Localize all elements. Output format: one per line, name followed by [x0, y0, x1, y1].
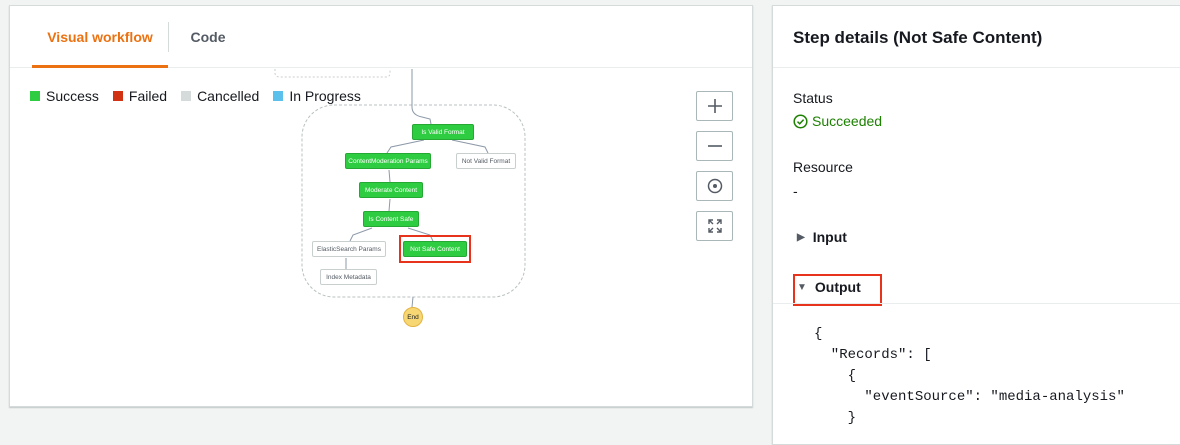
- legend-in-progress: In Progress: [273, 88, 361, 104]
- workflow-canvas[interactable]: Success Failed Cancelled In Progress Is …: [10, 69, 752, 406]
- input-label: Input: [812, 229, 847, 245]
- node-moderate-content[interactable]: Moderate Content: [359, 182, 423, 198]
- resource-label: Resource: [793, 159, 853, 175]
- legend-label: Failed: [128, 88, 168, 104]
- in-progress-swatch: [273, 91, 284, 101]
- tab-code[interactable]: Code: [180, 6, 236, 68]
- node-is-content-safe[interactable]: Is Content Safe: [363, 211, 419, 227]
- output-label: Output: [814, 279, 861, 295]
- fit-to-screen-button[interactable]: [696, 211, 733, 241]
- legend-success: Success: [30, 88, 99, 104]
- expand-icon: [707, 219, 722, 233]
- target-icon: [707, 178, 722, 194]
- status-value: Succeeded: [793, 113, 882, 129]
- legend-label: In Progress: [289, 88, 361, 104]
- caret-right-icon: ▶: [797, 231, 805, 243]
- node-not-valid-format[interactable]: Not Valid Format: [456, 153, 516, 169]
- node-is-valid-format[interactable]: Is Valid Format: [412, 124, 474, 140]
- legend-label: Cancelled: [197, 88, 260, 104]
- node-end[interactable]: End: [403, 307, 423, 327]
- center-graph-button[interactable]: [696, 171, 733, 201]
- tab-bar: Visual workflow Code: [10, 6, 752, 68]
- check-circle-icon: [793, 113, 808, 129]
- node-not-safe-content[interactable]: Not Safe Content: [403, 241, 467, 257]
- plus-icon: [707, 99, 722, 113]
- visual-workflow-panel: Visual workflow Code Success Failed Canc…: [9, 5, 753, 407]
- legend-failed: Failed: [112, 88, 168, 104]
- success-swatch: [30, 91, 40, 101]
- resource-value: -: [793, 183, 798, 199]
- step-details-header: Step details (Not Safe Content): [773, 6, 1180, 68]
- cancelled-swatch: [181, 91, 192, 101]
- node-content-moderation-params[interactable]: ContentModeration Params: [345, 153, 431, 169]
- output-divider: [773, 303, 1180, 304]
- status-label: Status: [793, 90, 833, 106]
- minus-icon: [707, 145, 722, 147]
- zoom-out-button[interactable]: [696, 131, 733, 161]
- node-elasticsearch-params[interactable]: ElasticSearch Params: [312, 241, 386, 257]
- node-index-metadata[interactable]: Index Metadata: [320, 269, 377, 285]
- tab-visual-workflow[interactable]: Visual workflow: [32, 6, 168, 68]
- legend-cancelled: Cancelled: [181, 88, 259, 104]
- failed-swatch: [112, 91, 123, 101]
- output-expander[interactable]: ▼ Output: [797, 279, 861, 295]
- status-legend: Success Failed Cancelled In Progress: [30, 88, 361, 104]
- zoom-in-button[interactable]: [696, 91, 733, 121]
- legend-label: Success: [46, 88, 99, 104]
- step-details-panel: Step details (Not Safe Content) Status S…: [772, 5, 1180, 445]
- output-json: { "Records": [ { "eventSource": "media-a…: [814, 326, 1125, 426]
- caret-down-icon: ▼: [797, 281, 807, 293]
- step-details-title: Step details (Not Safe Content): [793, 28, 1043, 47]
- input-expander[interactable]: ▶ Input: [797, 229, 847, 245]
- workflow-graph-lines: [274, 69, 526, 308]
- status-text: Succeeded: [812, 113, 883, 129]
- tab-divider: [168, 22, 169, 52]
